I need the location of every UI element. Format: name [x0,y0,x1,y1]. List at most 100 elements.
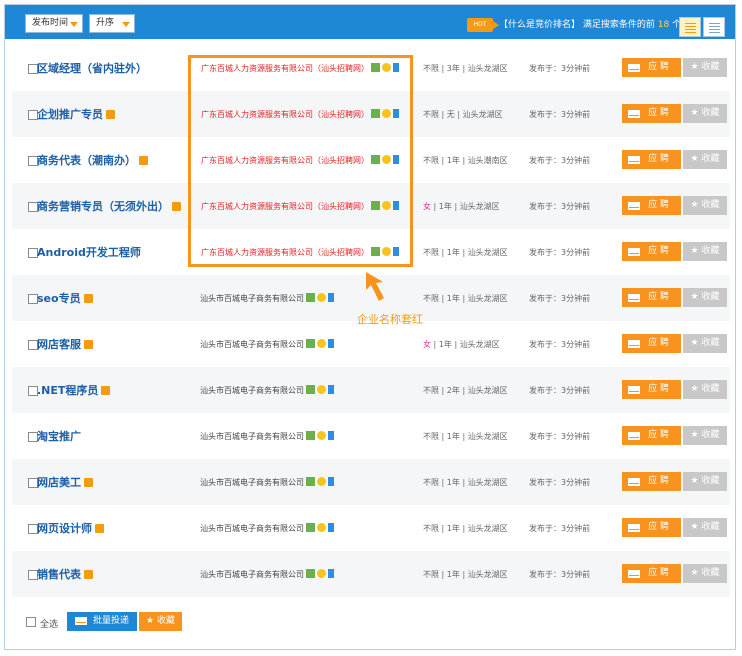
verified-icon [306,339,315,348]
apply-button[interactable]: 应 聘 [622,472,681,491]
gender-requirement: 不限 [423,386,439,395]
company-name[interactable]: 汕头市百城电子商务有限公司 [200,293,334,304]
list-view-button[interactable] [679,17,701,37]
apply-button[interactable]: 应 聘 [622,58,681,77]
apply-button[interactable]: 应 聘 [622,288,681,307]
coin-icon [317,385,326,394]
company-name[interactable]: 汕头市百城电子商务有限公司 [200,569,334,580]
verified-icon [306,477,315,486]
ranking-link[interactable]: 【什么是竞价排名】 [499,20,580,30]
job-title-link[interactable]: .NET程序员 [37,382,111,398]
favorite-button[interactable]: ★ 收藏 [683,196,727,215]
order-select[interactable]: 升序 [89,14,135,33]
favorite-button[interactable]: ★ 收藏 [683,564,727,583]
gender-requirement: 不限 [423,432,439,441]
favorite-button[interactable]: ★ 收藏 [683,518,727,537]
job-conditions: 不限 | 1年 | 汕头龙湖区 [423,477,508,488]
favorite-button[interactable]: ★ 收藏 [683,104,727,123]
experience-requirement: 1年 [446,478,460,487]
job-title: .NET程序员 [37,384,99,397]
company-name-text: 汕头市百城电子商务有限公司 [200,294,304,303]
urgent-tag-icon [172,201,181,211]
verified-icon [306,523,315,532]
publish-time: 发布于：3分钟前 [529,432,591,441]
separator: | [441,294,445,303]
separator: | [462,64,466,73]
apply-label: 应 聘 [648,430,669,440]
compact-view-button[interactable] [703,17,725,37]
company-name[interactable]: 汕头市百城电子商务有限公司 [200,339,334,350]
urgent-tag-icon [84,339,93,349]
envelope-icon [628,432,640,440]
company-name-text: 汕头市百城电子商务有限公司 [200,570,304,579]
apply-button[interactable]: 应 聘 [622,518,681,537]
apply-button[interactable]: 应 聘 [622,196,681,215]
job-title-link[interactable]: 区域经理（省内驻外） [37,60,147,76]
job-title-link[interactable]: 企划推广专员 [37,106,115,122]
favorite-button[interactable]: ★ 收藏 [683,380,727,399]
favorite-button[interactable]: ★ 收藏 [683,426,727,445]
apply-button[interactable]: 应 聘 [622,104,681,123]
apply-button[interactable]: 应 聘 [622,380,681,399]
experience-requirement: 2年 [446,386,460,395]
job-title: 企划推广专员 [37,108,103,121]
apply-button[interactable]: 应 聘 [622,564,681,583]
publish-time: 发布于：3分钟前 [529,570,591,579]
gender-requirement: 不限 [423,294,439,303]
publish-time: 发布于：3分钟前 [529,110,591,119]
job-title-link[interactable]: 网店美工 [37,474,93,490]
company-name[interactable]: 汕头市百城电子商务有限公司 [200,477,334,488]
job-title-link[interactable]: 商务代表（潮南办） [37,152,148,168]
job-conditions: 不限 | 1年 | 汕头潮南区 [423,155,508,166]
job-title-link[interactable]: 淘宝推广 [37,428,81,444]
experience-requirement: 1年 [438,340,452,349]
separator: | [441,248,445,257]
mobile-icon [328,431,334,440]
company-name[interactable]: 汕头市百城电子商务有限公司 [200,385,334,396]
job-title-link[interactable]: 网页设计师 [37,520,104,536]
apply-label: 应 聘 [648,338,669,348]
separator: | [462,478,466,487]
mobile-icon [328,293,334,302]
job-title-link[interactable]: 网店客服 [37,336,93,352]
job-title-link[interactable]: 商务营销专员（无须外出） [37,198,181,214]
batch-apply-button[interactable]: 批量投递 [67,612,137,631]
annotation-note: 企业名称套红 [357,313,423,326]
urgent-tag-icon [84,477,93,487]
separator: | [441,432,445,441]
experience-requirement: 1年 [446,294,460,303]
publish-time: 发布于：3分钟前 [529,64,591,73]
job-title-link[interactable]: seo专员 [37,290,93,306]
publish-time: 发布于：3分钟前 [529,386,591,395]
gender-requirement: 不限 [423,156,439,165]
job-conditions: 不限 | 无 | 汕头龙湖区 [423,109,503,120]
apply-button[interactable]: 应 聘 [622,150,681,169]
batch-favorite-button[interactable]: ★ 收藏 [139,612,182,631]
sort-time-select[interactable]: 发布时间 [25,14,83,33]
favorite-button[interactable]: ★ 收藏 [683,334,727,353]
apply-button[interactable]: 应 聘 [622,426,681,445]
publish-time: 发布于：3分钟前 [529,340,591,349]
job-area: 汕头龙湖区 [467,432,508,441]
separator: | [433,202,437,211]
favorite-button[interactable]: ★ 收藏 [683,242,727,261]
job-title-link[interactable]: 销售代表 [37,566,93,582]
select-all-checkbox[interactable] [26,617,36,627]
job-title-link[interactable]: Android开发工程师 [37,244,141,260]
company-name[interactable]: 汕头市百城电子商务有限公司 [200,523,334,534]
chevron-down-icon [70,22,78,27]
envelope-icon [628,524,640,532]
company-name[interactable]: 汕头市百城电子商务有限公司 [200,431,334,442]
job-row: 网店美工 汕头市百城电子商务有限公司 不限 | 1年 | 汕头龙湖区 发布于：3分钟前… [12,459,730,505]
favorite-button[interactable]: ★ 收藏 [683,472,727,491]
order-label: 升序 [96,18,115,28]
apply-button[interactable]: 应 聘 [622,242,681,261]
favorite-button[interactable]: ★ 收藏 [683,150,727,169]
ranking-info: 【什么是竞价排名】 满足搜索条件的前 18 个记录 [499,18,699,32]
list-toolbar: 发布时间 升序 HOT 【什么是竞价排名】 满足搜索条件的前 18 个记录 [5,5,735,39]
favorite-button[interactable]: ★ 收藏 [683,58,727,77]
company-name-text: 汕头市百城电子商务有限公司 [200,432,304,441]
envelope-icon [628,64,640,72]
apply-button[interactable]: 应 聘 [622,334,681,353]
favorite-button[interactable]: ★ 收藏 [683,288,727,307]
